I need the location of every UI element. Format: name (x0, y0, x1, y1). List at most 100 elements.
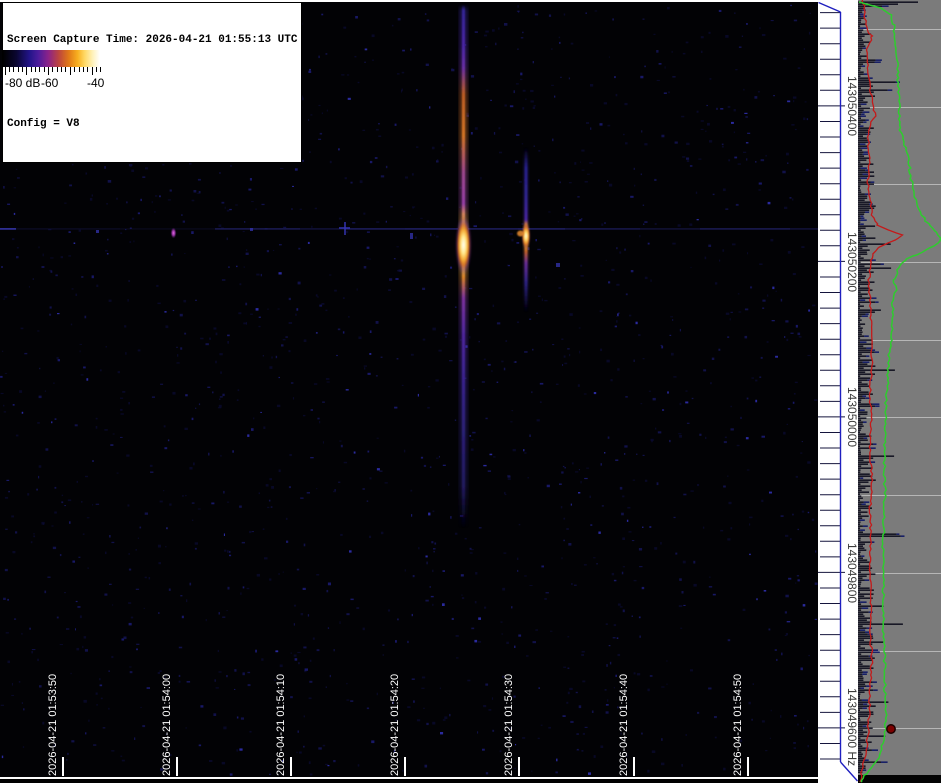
noise-speckle (743, 89, 744, 91)
noise-speckle (397, 358, 399, 360)
noise-speckle (75, 424, 78, 426)
noise-speckle (397, 73, 400, 74)
noise-speckle (518, 635, 521, 637)
noise-speckle (416, 146, 418, 148)
noise-speckle (472, 432, 475, 434)
noise-speckle (506, 642, 509, 644)
noise-speckle (401, 90, 402, 93)
noise-speckle (263, 528, 265, 530)
noise-speckle (72, 164, 74, 166)
noise-speckle (593, 557, 595, 558)
noise-speckle (579, 351, 580, 354)
noise-speckle (699, 434, 701, 436)
noise-speckle (2, 756, 3, 759)
noise-speckle (138, 349, 141, 351)
noise-speckle (580, 265, 582, 267)
noise-speckle (57, 357, 59, 359)
noise-speckle (420, 218, 423, 219)
noise-speckle (798, 579, 800, 581)
noise-speckle (672, 243, 675, 245)
time-axis-label: 2026-04-21 01:53:50 (47, 674, 60, 776)
noise-speckle (33, 278, 34, 279)
noise-speckle (814, 399, 817, 401)
baseline-signal (640, 228, 700, 230)
noise-speckle (792, 199, 793, 201)
noise-speckle (471, 132, 473, 135)
noise-speckle (99, 678, 101, 680)
noise-speckle (425, 600, 428, 602)
noise-speckle (80, 615, 82, 618)
noise-speckle (304, 544, 306, 547)
noise-speckle (661, 346, 663, 349)
noise-speckle (555, 772, 558, 774)
noise-speckle (214, 327, 217, 329)
noise-speckle (261, 274, 262, 276)
noise-speckle (563, 518, 565, 520)
noise-speckle (622, 572, 624, 575)
noise-speckle (477, 313, 479, 315)
noise-speckle (788, 251, 791, 254)
noise-speckle (269, 478, 272, 480)
noise-speckle (352, 222, 355, 223)
noise-speckle (474, 318, 475, 320)
noise-speckle (428, 386, 430, 387)
noise-speckle (14, 213, 15, 215)
noise-speckle (719, 10, 722, 12)
noise-speckle (310, 151, 311, 152)
noise-speckle (540, 401, 542, 403)
noise-speckle (76, 294, 78, 296)
noise-speckle (436, 160, 439, 162)
noise-speckle (184, 333, 186, 335)
noise-speckle (330, 161, 332, 163)
noise-speckle (297, 652, 300, 653)
noise-speckle (668, 91, 670, 93)
noise-speckle (14, 187, 16, 188)
noise-speckle (613, 637, 616, 638)
noise-speckle (697, 712, 699, 714)
noise-speckle (84, 700, 87, 703)
noise-speckle (318, 747, 322, 749)
noise-speckle (158, 545, 161, 548)
noise-speckle (619, 251, 621, 253)
noise-speckle (681, 764, 683, 767)
noise-speckle (334, 290, 337, 292)
noise-speckle (649, 526, 651, 528)
noise-speckle (514, 362, 516, 363)
noise-speckle (614, 687, 615, 689)
noise-speckle (423, 339, 426, 341)
noise-speckle (422, 677, 425, 679)
noise-speckle (639, 235, 640, 237)
noise-speckle (138, 538, 139, 539)
noise-speckle (697, 484, 699, 486)
noise-speckle (289, 454, 292, 456)
noise-speckle (776, 659, 778, 661)
noise-speckle (462, 597, 464, 599)
noise-speckle (131, 617, 133, 619)
noise-speckle (194, 190, 197, 193)
noise-speckle (540, 383, 544, 385)
noise-speckle (308, 71, 311, 73)
noise-speckle (701, 36, 704, 38)
noise-speckle (80, 344, 82, 345)
noise-speckle (812, 305, 815, 307)
noise-speckle (242, 542, 245, 544)
noise-speckle (33, 533, 34, 535)
noise-speckle (787, 162, 788, 164)
noise-speckle (409, 301, 412, 303)
noise-speckle (7, 599, 9, 601)
noise-speckle (280, 168, 283, 169)
noise-speckle (636, 454, 637, 455)
noise-speckle (471, 439, 473, 441)
noise-speckle (587, 174, 590, 175)
noise-speckle (672, 76, 675, 77)
noise-speckle (773, 95, 775, 96)
noise-speckle (520, 73, 522, 76)
noise-speckle (113, 434, 115, 435)
noise-speckle (313, 638, 315, 640)
noise-speckle (4, 411, 6, 412)
noise-speckle (567, 636, 569, 637)
noise-speckle (13, 404, 15, 406)
noise-speckle (150, 465, 153, 467)
noise-speckle (185, 495, 187, 496)
noise-speckle (136, 644, 139, 645)
